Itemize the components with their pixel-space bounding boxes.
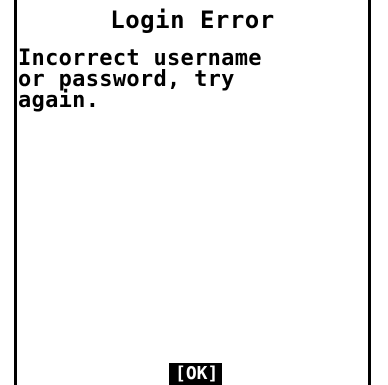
ok-softkey-button[interactable]: [OK] xyxy=(171,363,223,385)
dialog-title: Login Error xyxy=(110,6,275,34)
device-screen: Login Error Incorrect username or passwo… xyxy=(14,0,371,385)
error-message: Incorrect username or password, try agai… xyxy=(18,46,262,113)
softkey-bar: [OK] xyxy=(17,363,368,385)
